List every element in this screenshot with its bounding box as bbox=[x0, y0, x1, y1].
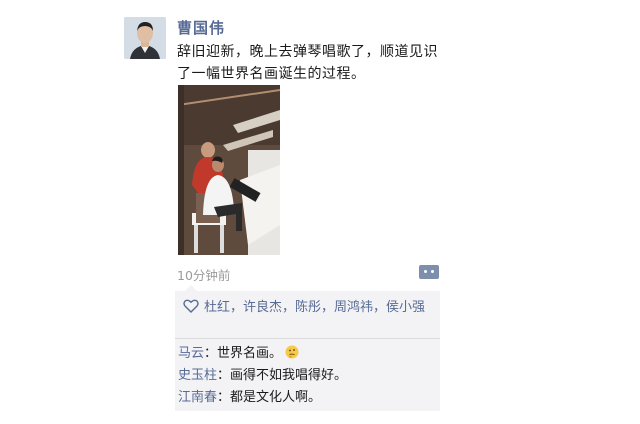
comment-item[interactable]: 江南春：都是文化人啊。 bbox=[178, 387, 436, 409]
likes-row: 杜红，许良杰，陈彤，周鸿祎，侯小强 bbox=[183, 298, 435, 317]
liker-names[interactable]: 杜红，许良杰，陈彤，周鸿祎，侯小强 bbox=[204, 300, 425, 315]
comment-separator: ： bbox=[217, 368, 231, 383]
heart-outline-icon bbox=[183, 299, 199, 313]
comment-author[interactable]: 江南春 bbox=[178, 390, 217, 405]
avatar[interactable] bbox=[124, 17, 166, 59]
comment-bubble-icon[interactable] bbox=[419, 265, 439, 279]
divider bbox=[175, 338, 440, 339]
piano-photo-image bbox=[178, 85, 280, 255]
comment-item[interactable]: 史玉柱：画得不如我唱得好。 bbox=[178, 365, 436, 387]
comment-author[interactable]: 马云 bbox=[178, 346, 204, 361]
comment-author[interactable]: 史玉柱 bbox=[178, 368, 217, 383]
comment-text: 都是文化人啊。 bbox=[230, 390, 322, 405]
interaction-panel: 杜红，许良杰，陈彤，周鸿祎，侯小强 马云：世界名画。 史玉柱：画得不如我唱得好。 bbox=[175, 285, 440, 411]
comment-item[interactable]: 马云：世界名画。 bbox=[178, 343, 436, 365]
thinking-emoji-icon bbox=[285, 345, 299, 359]
comment-list: 马云：世界名画。 史玉柱：画得不如我唱得好。 江南春：都是文化人啊。 bbox=[178, 343, 436, 409]
post-text: 辞旧迎新，晚上去弹琴唱歌了，顺道见识了一幅世界名画诞生的过程。 bbox=[177, 44, 438, 82]
post-timestamp: 10分钟前 bbox=[177, 268, 231, 283]
post-photo[interactable] bbox=[178, 85, 280, 255]
comment-text: 画得不如我唱得好。 bbox=[230, 368, 348, 383]
comment-text: 世界名画。 bbox=[217, 346, 283, 361]
moments-post: 曹国伟 辞旧迎新，晚上去弹琴唱歌了，顺道见识了一幅世界名画诞生的过程。 10分钟… bbox=[0, 0, 640, 424]
avatar-portrait bbox=[124, 17, 166, 59]
post-author-name[interactable]: 曹国伟 bbox=[177, 17, 225, 38]
comment-separator: ： bbox=[217, 390, 231, 405]
comment-separator: ： bbox=[204, 346, 218, 361]
